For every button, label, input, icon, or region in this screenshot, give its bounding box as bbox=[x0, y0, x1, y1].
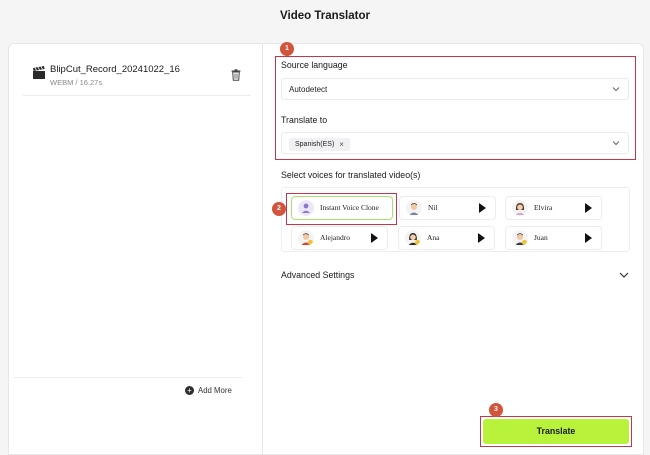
plus-circle-icon: + bbox=[185, 386, 194, 395]
voice-nil[interactable]: Nil bbox=[400, 197, 495, 219]
play-icon[interactable] bbox=[585, 203, 592, 213]
file-meta: WEBM / 16.27s bbox=[50, 78, 103, 87]
avatar-icon bbox=[512, 230, 528, 246]
voice-elvira[interactable]: Elvira bbox=[506, 197, 601, 219]
step-badge-3: 3 bbox=[489, 403, 503, 417]
language-chip[interactable]: Spanish(ES) × bbox=[289, 138, 350, 151]
play-icon[interactable] bbox=[479, 203, 486, 213]
voice-name: Juan bbox=[534, 233, 548, 242]
voice-ana[interactable]: Ana bbox=[399, 227, 494, 249]
voice-name: Ana bbox=[427, 233, 440, 242]
source-language-select[interactable]: Autodetect bbox=[281, 78, 629, 100]
language-chip-label: Spanish(ES) bbox=[295, 141, 335, 148]
voice-instant-voice-clone[interactable]: Instant Voice Clone bbox=[292, 197, 392, 219]
trash-icon[interactable] bbox=[231, 69, 241, 81]
chevron-down-icon[interactable] bbox=[619, 270, 629, 280]
left-footer-divider bbox=[14, 377, 242, 378]
voice-name: Nil bbox=[428, 203, 438, 212]
add-more-button[interactable]: + Add More bbox=[185, 386, 232, 395]
avatar-icon bbox=[405, 230, 421, 246]
close-icon[interactable]: × bbox=[339, 138, 344, 151]
source-language-label: Source language bbox=[281, 60, 348, 70]
clapperboard-icon bbox=[33, 66, 45, 79]
avatar-icon bbox=[298, 200, 314, 216]
file-list-item[interactable]: BlipCut_Record_20241022_16 WEBM / 16.27s bbox=[23, 60, 251, 96]
translate-button[interactable]: Translate bbox=[483, 419, 629, 444]
voice-alejandro[interactable]: Alejandro bbox=[292, 227, 387, 249]
chevron-down-icon bbox=[612, 87, 620, 92]
page-title: Video Translator bbox=[280, 10, 370, 22]
play-icon[interactable] bbox=[585, 233, 592, 243]
translate-to-label: Translate to bbox=[281, 115, 328, 125]
avatar-icon bbox=[406, 200, 422, 216]
step-badge-1: 1 bbox=[280, 42, 294, 56]
voice-name: Alejandro bbox=[320, 233, 350, 242]
voice-juan[interactable]: Juan bbox=[506, 227, 601, 249]
play-icon[interactable] bbox=[478, 233, 485, 243]
add-more-label: Add More bbox=[198, 386, 232, 395]
avatar-icon bbox=[512, 200, 528, 216]
file-name: BlipCut_Record_20241022_16 bbox=[50, 64, 180, 75]
voice-name: Instant Voice Clone bbox=[320, 203, 379, 212]
chevron-down-icon bbox=[612, 141, 620, 146]
step-badge-2: 2 bbox=[272, 202, 286, 216]
translate-to-select[interactable]: Spanish(ES) × bbox=[281, 132, 629, 154]
voice-name: Elvira bbox=[534, 203, 553, 212]
play-icon[interactable] bbox=[371, 233, 378, 243]
advanced-settings-toggle[interactable]: Advanced Settings bbox=[281, 270, 354, 280]
voices-label: Select voices for translated video(s) bbox=[281, 170, 421, 180]
source-language-value: Autodetect bbox=[289, 85, 328, 94]
avatar-icon bbox=[298, 230, 314, 246]
